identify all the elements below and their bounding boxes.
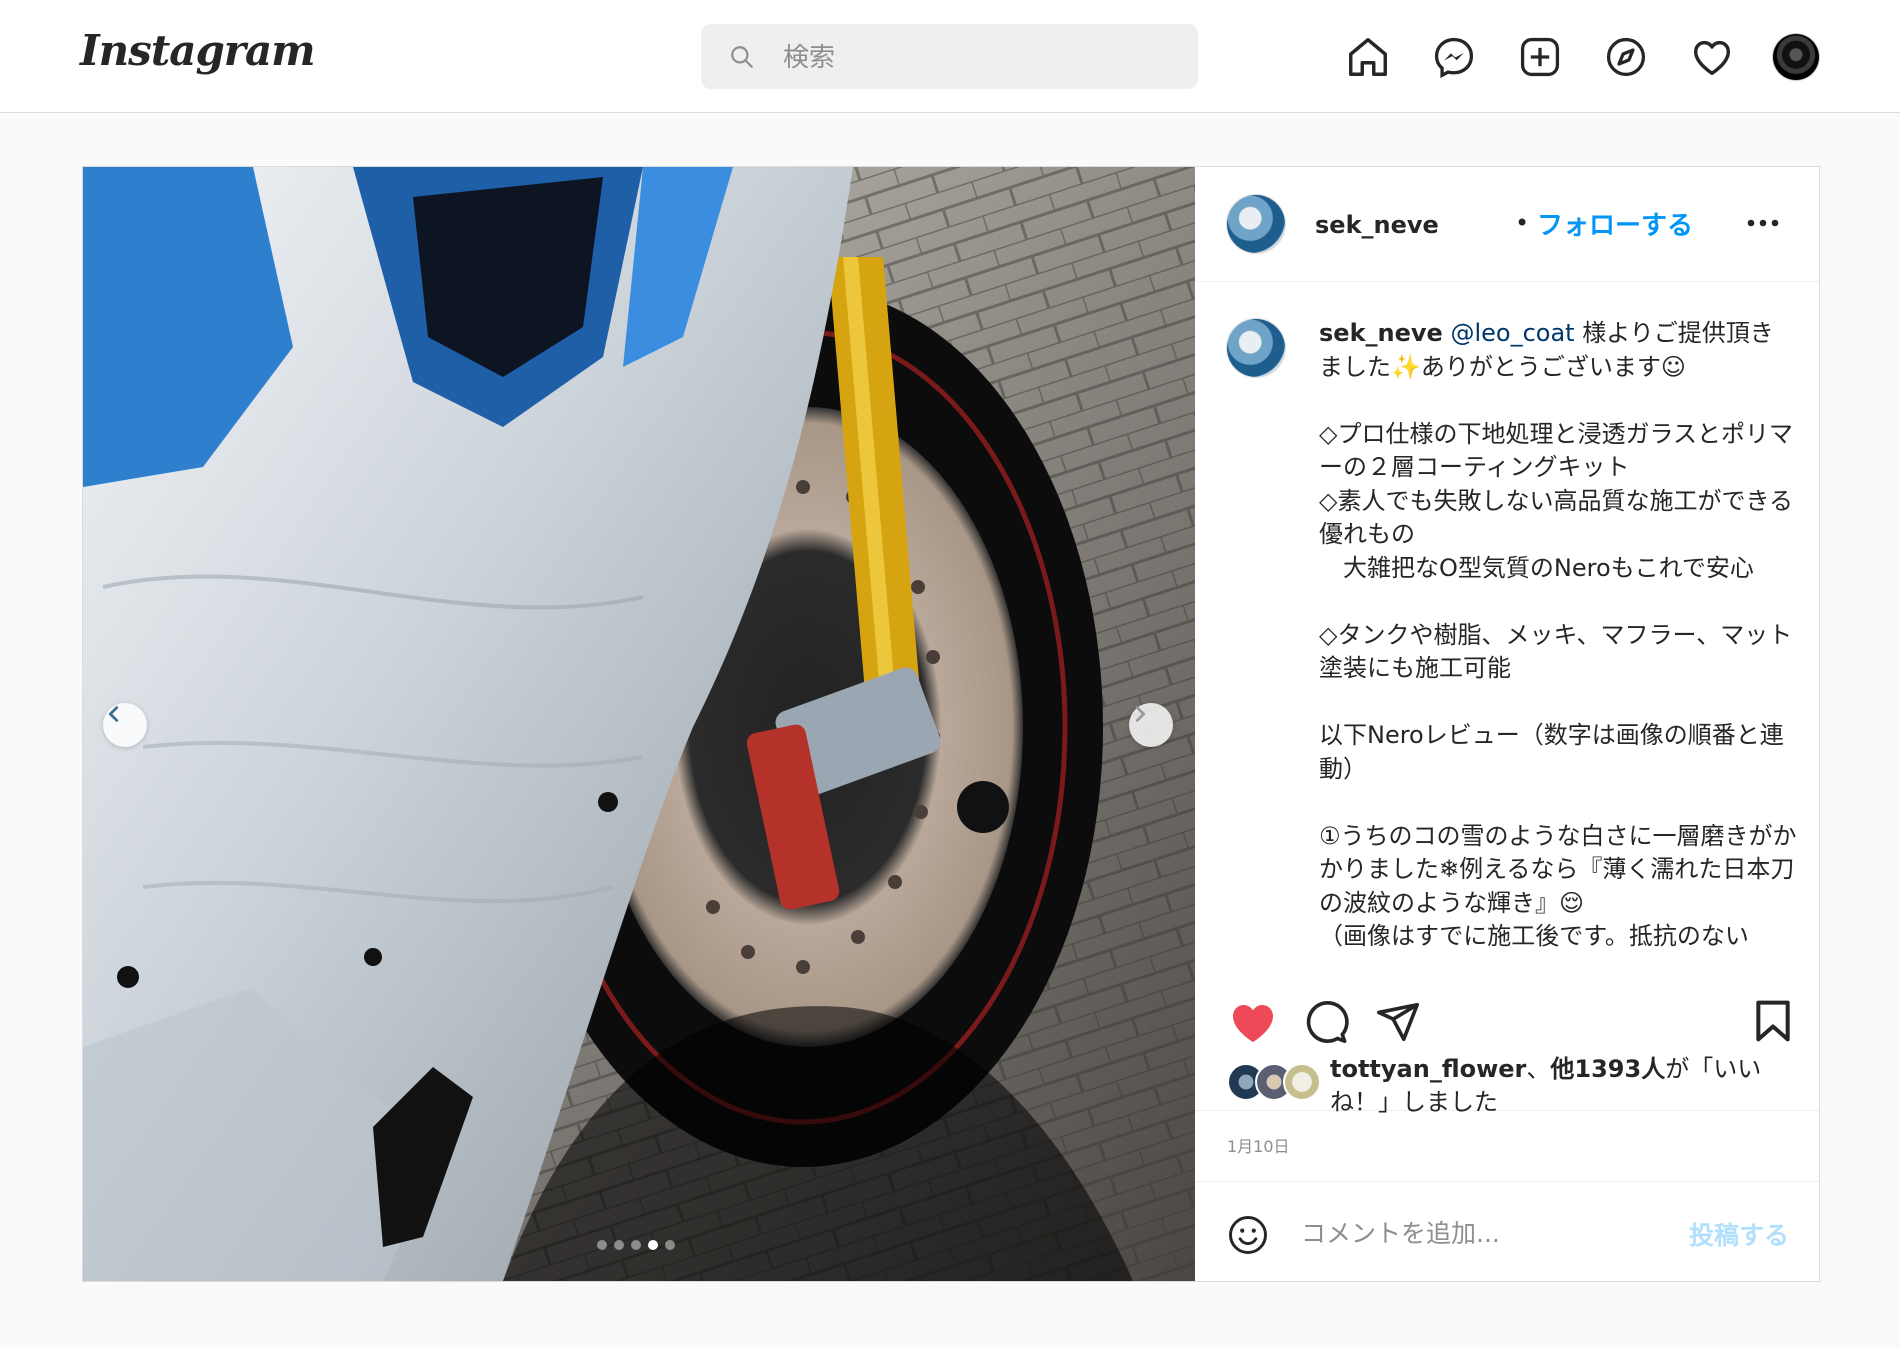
previous-slide-button[interactable] xyxy=(103,703,147,747)
caption-username[interactable]: sek_neve xyxy=(1319,319,1443,347)
comment-input[interactable] xyxy=(1299,1202,1683,1264)
post-date[interactable]: 1月10日 xyxy=(1227,1133,1290,1157)
first-liker-link[interactable]: tottyan_flower xyxy=(1330,1055,1526,1083)
motorcycle-photo xyxy=(83,167,1195,1281)
activity-heart-icon[interactable] xyxy=(1687,32,1737,82)
like-heart-icon[interactable] xyxy=(1229,999,1277,1045)
likes-count-link[interactable]: 他1393人 xyxy=(1550,1055,1665,1083)
follow-button[interactable]: フォローする xyxy=(1537,205,1693,242)
emoji-icon[interactable] xyxy=(1227,1214,1269,1256)
messenger-icon[interactable] xyxy=(1429,32,1479,82)
post-image xyxy=(83,167,1195,1281)
carousel-dot xyxy=(614,1240,624,1250)
profile-avatar[interactable] xyxy=(1773,34,1819,80)
caption-mention-link[interactable]: @leo_coat xyxy=(1450,319,1574,347)
caption-author-avatar[interactable] xyxy=(1227,319,1285,377)
explore-icon[interactable] xyxy=(1601,32,1651,82)
search-icon xyxy=(731,46,753,68)
likes-text: tottyan_flower、他1393人が「いいね！」しました xyxy=(1330,1053,1780,1119)
next-slide-button[interactable] xyxy=(1129,703,1173,747)
share-icon[interactable] xyxy=(1375,999,1421,1045)
post-header: sek_neve • フォローする xyxy=(1195,167,1819,282)
action-bar xyxy=(1195,979,1819,1059)
chevron-right-icon xyxy=(1135,706,1146,722)
home-icon[interactable] xyxy=(1343,32,1393,82)
separator-dot: • xyxy=(1515,209,1530,237)
post-comment-button[interactable]: 投稿する xyxy=(1689,1216,1789,1252)
comment-icon[interactable] xyxy=(1303,999,1349,1045)
liker-avatars xyxy=(1227,1063,1331,1101)
search-input[interactable] xyxy=(781,24,1175,91)
carousel-dot xyxy=(665,1240,675,1250)
post-sidebar: sek_neve • フォローする sek_neve @leo_coat 様より… xyxy=(1195,167,1819,1281)
carousel-indicator xyxy=(597,1240,675,1250)
liker-avatar[interactable] xyxy=(1283,1063,1321,1101)
top-navigation: Instagram xyxy=(0,0,1900,113)
save-bookmark-icon[interactable] xyxy=(1753,999,1793,1043)
more-options-icon[interactable] xyxy=(1747,219,1779,227)
likes-joiner: 、 xyxy=(1526,1055,1551,1083)
carousel-dot-active xyxy=(648,1240,658,1250)
author-username[interactable]: sek_neve xyxy=(1315,211,1439,239)
caption-text: sek_neve @leo_coat 様よりご提供頂きました✨ありがとうございま… xyxy=(1319,317,1797,954)
caption-body: 様よりご提供頂きました✨ありがとうございます☺ ◇プロ仕様の下地処理と浸透ガラス… xyxy=(1319,319,1797,950)
chevron-left-icon xyxy=(108,706,119,722)
comment-bar: 投稿する xyxy=(1195,1181,1819,1282)
post-card: sek_neve • フォローする sek_neve @leo_coat 様より… xyxy=(82,166,1820,1282)
author-avatar[interactable] xyxy=(1227,195,1285,253)
instagram-logo[interactable]: Instagram xyxy=(80,26,316,75)
search-box[interactable] xyxy=(701,24,1198,91)
new-post-icon[interactable] xyxy=(1515,32,1565,82)
carousel-dot xyxy=(631,1240,641,1250)
carousel-dot xyxy=(597,1240,607,1250)
